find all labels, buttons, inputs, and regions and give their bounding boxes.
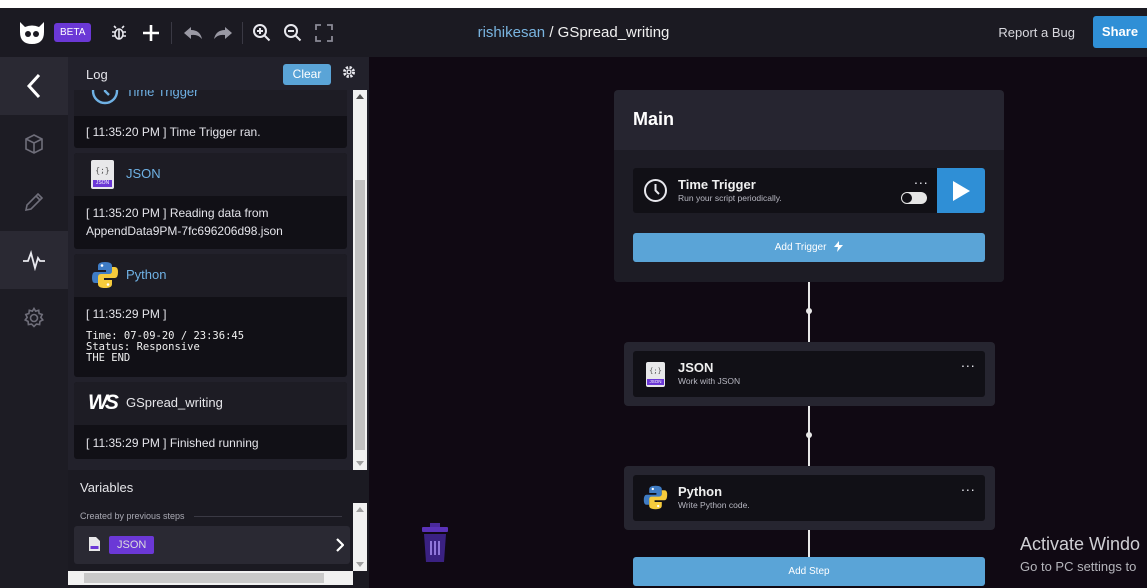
json-file-icon: {;} JSON [646, 362, 665, 387]
json-step-container: {;} JSON JSON Work with JSON ... [624, 342, 995, 406]
log-output: Time: 07-09-20 / 23:36:45 Status: Respon… [86, 330, 245, 364]
connector-dot [806, 308, 812, 314]
log-entry-name: JSON [126, 166, 161, 181]
variables-title: Variables [80, 480, 134, 495]
clock-icon [644, 179, 667, 202]
windows-watermark-sub: Go to PC settings to [1020, 559, 1137, 574]
rail-item-settings[interactable] [0, 289, 68, 347]
add-step-button[interactable]: Add Step [633, 557, 985, 586]
gear-icon[interactable] [342, 65, 356, 79]
plus-icon[interactable] [140, 8, 162, 57]
clear-button[interactable]: Clear [283, 64, 331, 85]
log-list[interactable]: Time Trigger [ 11:35:20 PM ] Time Trigge… [68, 57, 369, 470]
redo-icon[interactable] [212, 8, 234, 57]
run-button[interactable] [937, 168, 985, 213]
python-step-container: Python Write Python code. ... [624, 466, 995, 530]
ws-logo-icon: WS [88, 391, 119, 414]
step-description: Run your script periodically. [678, 193, 782, 203]
gear-icon [23, 307, 45, 328]
scrollbar-thumb[interactable] [355, 180, 365, 450]
step-description: Write Python code. [678, 500, 750, 510]
python-icon [643, 485, 668, 510]
cube-icon [25, 134, 43, 154]
connector-line [808, 529, 810, 557]
log-line: [ 11:35:29 PM ] Finished running [86, 436, 259, 450]
rail-item-components[interactable] [0, 115, 68, 173]
bug-icon[interactable] [108, 8, 130, 57]
log-entry: {;} JSON JSON [ 11:35:20 PM ] Reading da… [74, 153, 347, 249]
json-file-icon: {;} JSON [91, 160, 114, 189]
more-menu-icon[interactable]: ... [961, 355, 976, 369]
rail-item-editor[interactable] [0, 173, 68, 231]
divider [194, 516, 342, 517]
undo-icon[interactable] [182, 8, 204, 57]
bolt-icon [834, 241, 844, 252]
more-menu-icon[interactable]: ... [914, 172, 929, 186]
connector-dot [806, 432, 812, 438]
more-menu-icon[interactable]: ... [961, 479, 976, 493]
fullscreen-icon[interactable] [313, 8, 335, 57]
beta-badge: BETA [54, 23, 92, 42]
toolbar-divider [242, 22, 243, 44]
play-icon [953, 180, 970, 201]
variables-panel: Variables Created by previous steps JSON [68, 470, 369, 588]
add-trigger-button[interactable]: Add Trigger [633, 233, 985, 262]
workflow-name[interactable]: GSpread_writing [558, 24, 670, 41]
variable-badge: JSON [109, 536, 155, 554]
step-name: Time Trigger [678, 177, 756, 192]
log-line: [ 11:35:29 PM ] [86, 307, 167, 321]
zoom-out-icon[interactable] [281, 8, 303, 57]
variables-header[interactable]: Variables [68, 470, 369, 503]
log-line: [ 11:35:20 PM ] Reading data from [86, 206, 269, 220]
step-description: Work with JSON [678, 376, 741, 386]
log-title: Log [86, 67, 108, 82]
back-icon [26, 73, 41, 99]
breadcrumb-separator: / [549, 24, 554, 41]
back-button[interactable] [0, 57, 68, 115]
windows-watermark: Activate Windo [1020, 534, 1141, 554]
log-scrollbar[interactable] [353, 90, 367, 470]
log-line: [ 11:35:20 PM ] Time Trigger ran. [86, 125, 261, 139]
python-icon [92, 262, 118, 288]
variables-hscrollbar[interactable] [68, 571, 353, 585]
share-button[interactable]: Share [1093, 16, 1147, 48]
main-title: Main [633, 109, 675, 129]
variable-item[interactable]: JSON [74, 526, 350, 564]
file-icon [89, 537, 100, 551]
pencil-icon [24, 192, 44, 212]
chevron-right-icon [336, 538, 344, 552]
variables-subtitle: Created by previous steps [80, 511, 185, 521]
python-step[interactable]: Python Write Python code. ... [633, 475, 985, 521]
zoom-in-icon[interactable] [250, 8, 272, 57]
time-trigger-step[interactable]: Time Trigger Run your script periodicall… [633, 168, 985, 213]
toolbar-divider [171, 22, 172, 44]
left-rail [0, 57, 68, 588]
owner-link[interactable]: rishikesan [478, 24, 546, 41]
step-name: Python [678, 484, 723, 499]
rail-item-activity[interactable] [0, 231, 68, 289]
log-entry: Python [ 11:35:29 PM ] Time: 07-09-20 / … [74, 254, 347, 377]
log-entry-name: GSpread_writing [126, 395, 223, 410]
top-bar: BETA rishikesan / GSpread_writing Report… [0, 8, 1147, 57]
step-name: JSON [678, 360, 714, 375]
log-line: AppendData9PM-7fc696206d98.json [86, 224, 283, 238]
main-trigger-group: Main Time Trigger Run your script period… [614, 90, 1004, 282]
scrollbar-thumb[interactable] [84, 573, 324, 583]
breadcrumb: rishikesan / GSpread_writing [0, 8, 1147, 57]
log-entry-name: Python [126, 267, 167, 282]
log-header: Log Clear [68, 57, 369, 90]
variables-scrollbar[interactable] [353, 503, 367, 571]
activity-icon [23, 250, 45, 271]
logo-icon[interactable] [16, 8, 48, 57]
workflow-canvas[interactable]: Main Time Trigger Run your script period… [369, 57, 1147, 588]
log-entry: WS GSpread_writing [ 11:35:29 PM ] Finis… [74, 382, 347, 459]
json-step[interactable]: {;} JSON JSON Work with JSON ... [633, 351, 985, 397]
trash-icon[interactable] [421, 523, 449, 563]
log-panel: Time Trigger [ 11:35:20 PM ] Time Trigge… [68, 57, 369, 470]
report-bug-link[interactable]: Report a Bug [998, 8, 1075, 57]
trigger-toggle[interactable] [901, 192, 927, 204]
